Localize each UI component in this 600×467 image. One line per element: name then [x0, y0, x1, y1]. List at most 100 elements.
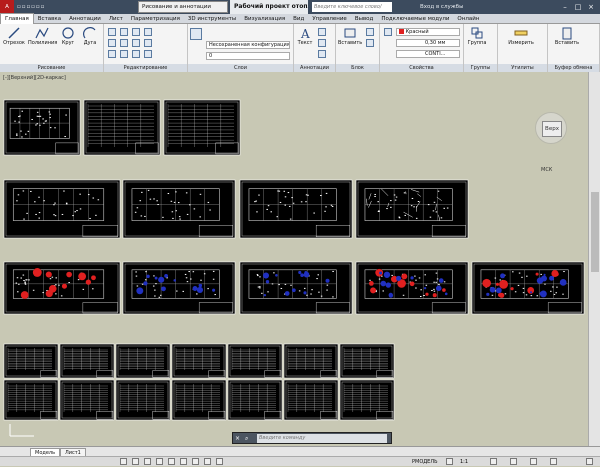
nav-thumb[interactable]	[591, 192, 599, 272]
fillet-icon[interactable]	[132, 39, 140, 47]
match-properties-icon[interactable]	[384, 28, 392, 36]
line-button[interactable]: Отрезок	[2, 26, 26, 46]
panel-clipboard-label: Буфер обмена	[548, 64, 599, 72]
dimension-icon[interactable]	[318, 28, 326, 36]
panel-layers-label: Слои	[188, 64, 293, 72]
viewcube-top-face[interactable]: Верх	[542, 121, 562, 137]
create-block-icon[interactable]	[366, 28, 374, 36]
insert-block-button[interactable]: Вставить	[338, 26, 362, 46]
panel-clipboard: Вставить Буфер обмена	[548, 24, 600, 72]
app-menu-button[interactable]: A	[0, 0, 14, 14]
ortho-icon[interactable]	[156, 458, 163, 465]
tab-manage[interactable]: Управление	[308, 14, 351, 24]
command-input[interactable]: Введите команду	[257, 434, 387, 443]
panel-groups-label: Группы	[464, 64, 497, 72]
ribbon: Отрезок Полилиния Круг Дуга Рисование Ре…	[0, 24, 600, 72]
rotate-icon[interactable]	[120, 28, 128, 36]
drawing-viewport[interactable]	[0, 72, 588, 446]
scale-icon[interactable]	[120, 50, 128, 58]
lineweight-icon[interactable]	[204, 458, 211, 465]
grid-icon[interactable]	[132, 458, 139, 465]
table-icon[interactable]	[318, 50, 326, 58]
signin-button[interactable]: Вход в службы	[420, 0, 463, 14]
panel-draw-label: Рисование	[0, 64, 103, 72]
circle-button[interactable]: Круг	[58, 26, 78, 46]
tab-plugins[interactable]: Подключаемые модули	[377, 14, 453, 24]
offset-icon[interactable]	[144, 50, 152, 58]
wcs-menu[interactable]: МСК	[541, 167, 552, 173]
paste-button[interactable]: Вставить	[554, 26, 580, 46]
viewport-controls[interactable]: [-][Верхний][2D-каркас]	[3, 75, 66, 81]
viewcube[interactable]: Верх	[535, 112, 567, 144]
trim-icon[interactable]	[132, 28, 140, 36]
drawing-sheet	[4, 344, 58, 378]
otrack-icon[interactable]	[192, 458, 199, 465]
workspace-dropdown[interactable]: Рисование и аннотации	[138, 1, 228, 13]
tab-view[interactable]: Вид	[289, 14, 308, 24]
navigation-bar[interactable]	[588, 72, 600, 446]
isolate-icon[interactable]	[550, 458, 557, 465]
ribbon-tabs: Главная Вставка Аннотации Лист Параметри…	[0, 14, 600, 24]
tab-annotate[interactable]: Аннотации	[65, 14, 105, 24]
osnap-icon[interactable]	[180, 458, 187, 465]
minimize-icon[interactable]: –	[560, 2, 570, 12]
close-icon[interactable]: ×	[586, 2, 596, 12]
panel-groups: Группа Группы	[464, 24, 498, 72]
tab-layout[interactable]: Лист	[105, 14, 127, 24]
line-label: Отрезок	[3, 40, 25, 46]
insert-block-icon	[343, 26, 357, 40]
snap-icon[interactable]	[144, 458, 151, 465]
tab-insert[interactable]: Вставка	[34, 14, 65, 24]
polyline-button[interactable]: Полилиния	[28, 26, 56, 46]
tab-render[interactable]: Визуализация	[240, 14, 289, 24]
panel-annotation: A Текст Аннотации	[294, 24, 336, 72]
drawing-sheet	[164, 100, 240, 155]
arc-button[interactable]: Дуга	[80, 26, 100, 46]
polar-icon[interactable]	[168, 458, 175, 465]
measure-button[interactable]: Измерить	[504, 26, 538, 46]
tab-output[interactable]: Вывод	[351, 14, 378, 24]
maximize-icon[interactable]: □	[573, 2, 583, 12]
line-icon	[7, 26, 21, 40]
panel-modify: Редактирование	[104, 24, 188, 72]
stretch-icon[interactable]	[108, 50, 116, 58]
explode-icon[interactable]	[144, 39, 152, 47]
text-label: Текст	[298, 40, 313, 46]
coords-icon[interactable]	[120, 458, 127, 465]
layer-properties-icon[interactable]	[190, 28, 202, 40]
copy-icon[interactable]	[108, 39, 116, 47]
drawing-sheet	[340, 344, 394, 378]
mirror-icon[interactable]	[120, 39, 128, 47]
text-button[interactable]: A Текст	[296, 26, 314, 46]
hardware-accel-icon[interactable]	[530, 458, 537, 465]
lock-icon[interactable]	[510, 458, 517, 465]
annotation-visibility-icon[interactable]	[446, 458, 453, 465]
quick-access-toolbar[interactable]: ▫▫▫▫▫▫	[14, 0, 48, 14]
tab-online[interactable]: Онлайн	[453, 14, 483, 24]
edit-block-icon[interactable]	[366, 39, 374, 47]
leader-icon[interactable]	[318, 39, 326, 47]
tab-home[interactable]: Главная	[0, 13, 34, 24]
transparency-icon[interactable]	[216, 458, 223, 465]
lineweight-dropdown[interactable]: 0,30 мм	[396, 39, 460, 47]
customize-icon[interactable]	[586, 458, 593, 465]
tab-parametric[interactable]: Параметризация	[127, 14, 184, 24]
measure-icon	[514, 26, 528, 40]
layer-dropdown[interactable]: 0	[206, 52, 290, 60]
layer-state-dropdown[interactable]: Несохраненная конфигурация сло	[206, 41, 290, 49]
panel-block: Вставить Блок	[336, 24, 380, 72]
array-icon[interactable]	[132, 50, 140, 58]
color-dropdown[interactable]: Красный	[396, 28, 460, 36]
tab-3d-tools[interactable]: 3D инструменты	[184, 14, 240, 24]
workspace-switch-icon[interactable]	[490, 458, 497, 465]
cmd-search-icon[interactable]: ⌕	[245, 435, 253, 443]
move-icon[interactable]	[108, 28, 116, 36]
drawing-sheet	[116, 344, 170, 378]
group-button[interactable]: Группа	[466, 26, 488, 46]
erase-icon[interactable]	[144, 28, 152, 36]
drawing-sheet	[228, 344, 282, 378]
linetype-dropdown[interactable]: CONTI...	[396, 50, 460, 58]
search-input[interactable]: Введите ключевое слово/фразу	[312, 2, 392, 12]
close-cmd-icon[interactable]: ×	[235, 435, 243, 443]
command-line: × ⌕ Введите команду	[232, 432, 392, 444]
